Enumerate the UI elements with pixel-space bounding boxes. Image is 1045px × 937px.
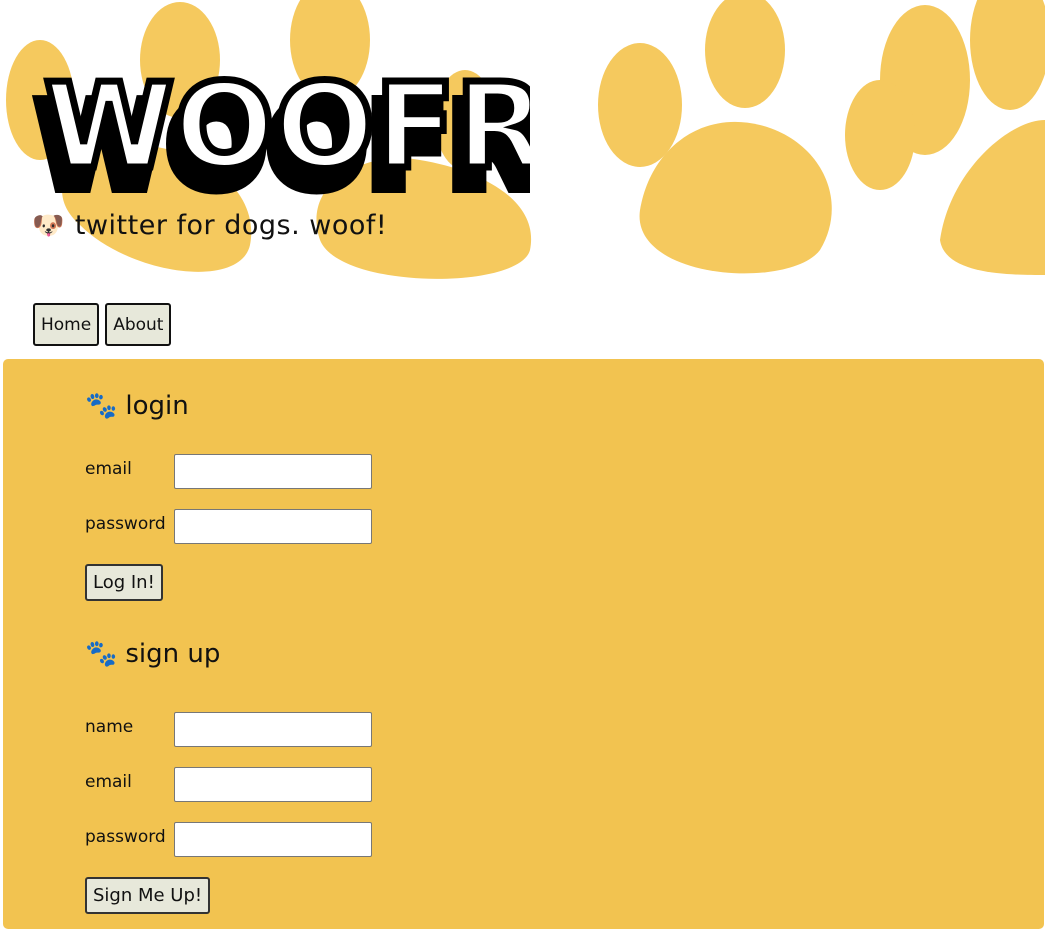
site-header: WOOFR WOOFR 🐶 twitter for dogs. woof! [0, 0, 1045, 290]
paw-prints-icon: 🐾 [85, 391, 118, 421]
signup-password-input[interactable] [174, 822, 372, 857]
login-password-input[interactable] [174, 509, 372, 544]
signup-title: sign up [125, 639, 221, 669]
svg-text:WOOFR: WOOFR [44, 57, 530, 195]
signup-submit-button[interactable]: Sign Me Up! [85, 877, 211, 914]
signup-password-label: password [85, 827, 166, 847]
paw-prints-icon: 🐾 [85, 639, 118, 669]
woofr-logo: WOOFR WOOFR [30, 55, 530, 205]
login-heading: 🐾 login [85, 391, 189, 421]
signup-email-label: email [85, 772, 132, 792]
signup-heading: 🐾 sign up [85, 639, 220, 669]
auth-panel: 🐾 login email password Log In! 🐾 sign up… [3, 359, 1044, 929]
login-email-label: email [85, 459, 132, 479]
tagline: 🐶 twitter for dogs. woof! [32, 210, 387, 241]
login-title: login [125, 391, 189, 421]
nav-home-button[interactable]: Home [33, 303, 100, 346]
signup-name-label: name [85, 717, 134, 737]
signup-name-input[interactable] [174, 712, 372, 747]
login-email-input[interactable] [174, 454, 372, 489]
tagline-text: twitter for dogs. woof! [74, 210, 388, 241]
main-nav: Home About [33, 303, 172, 346]
dog-face-icon: 🐶 [32, 210, 65, 241]
nav-about-button[interactable]: About [105, 303, 172, 346]
signup-email-input[interactable] [174, 767, 372, 802]
login-password-label: password [85, 514, 166, 534]
login-submit-button[interactable]: Log In! [85, 564, 163, 601]
